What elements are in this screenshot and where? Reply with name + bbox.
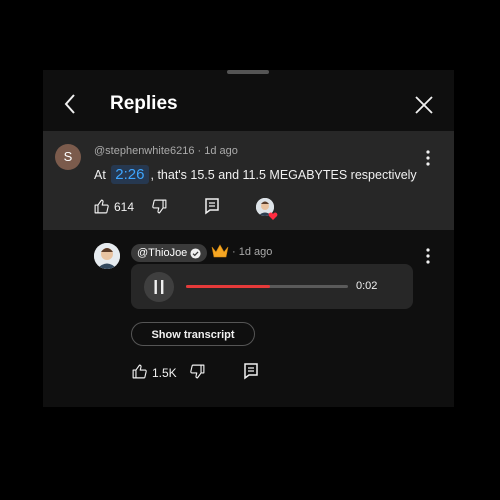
pause-button[interactable] <box>144 272 174 302</box>
thiojoe-avatar-icon <box>94 243 120 269</box>
more-vert-icon <box>426 150 430 166</box>
heart-icon <box>268 208 278 220</box>
dislike-icon <box>152 199 167 214</box>
reply-icon <box>205 198 219 215</box>
close-button[interactable] <box>413 94 435 116</box>
page-title: Replies <box>110 93 178 114</box>
reply-more-button[interactable] <box>420 247 436 265</box>
close-icon <box>415 96 433 114</box>
reply-icon <box>244 363 258 380</box>
reply-reply-button[interactable] <box>243 362 259 385</box>
reply-like-count: 1.5K <box>152 366 177 380</box>
comment-meta: @stephenwhite6216 · 1d ago <box>94 145 238 157</box>
dislike-icon <box>190 364 205 379</box>
reply-meta: · 1d ago <box>232 246 272 258</box>
back-button[interactable] <box>59 92 83 116</box>
dislike-button[interactable] <box>151 198 168 220</box>
audio-player: 0:02 <box>131 264 413 309</box>
like-count: 614 <box>114 200 135 214</box>
show-transcript-button[interactable]: Show transcript <box>131 322 255 346</box>
verified-icon <box>190 247 201 259</box>
back-arrow-icon <box>64 94 75 114</box>
avatar[interactable]: S <box>55 144 81 170</box>
parent-comment: S @stephenwhite6216 · 1d ago At 2:26, th… <box>43 131 454 230</box>
comment-text: At 2:26, that's 15.5 and 11.5 MEGABYTES … <box>94 165 417 184</box>
audio-progress-bar[interactable] <box>186 285 348 288</box>
reply-age: 1d ago <box>238 246 273 258</box>
replies-panel: Replies S @stephenwhite6216 · 1d ago At … <box>43 70 454 407</box>
comment-author[interactable]: @stephenwhite6216 <box>94 145 194 157</box>
meta-separator: · <box>232 246 239 258</box>
audio-time: 0:02 <box>356 280 378 292</box>
drag-handle[interactable] <box>227 70 269 74</box>
reply-avatar[interactable] <box>94 243 120 269</box>
reply-author: @ThioJoe <box>137 247 188 259</box>
comment-text-after: , that's 15.5 and 11.5 MEGABYTES respect… <box>150 168 417 182</box>
reply-dislike-button[interactable] <box>189 363 206 385</box>
more-vert-icon <box>426 248 430 264</box>
comment-age: 1d ago <box>204 145 238 157</box>
like-icon <box>94 199 109 214</box>
comment-text-before: At <box>94 168 106 182</box>
like-icon <box>132 364 147 379</box>
timestamp-link[interactable]: 2:26 <box>111 165 149 184</box>
like-button[interactable] <box>93 198 110 220</box>
reply-like-button[interactable] <box>131 363 148 385</box>
audio-progress-fill <box>186 285 271 288</box>
pause-icon <box>154 280 164 294</box>
comment-more-button[interactable] <box>420 149 436 167</box>
reply-author-chip[interactable]: @ThioJoe <box>131 244 208 262</box>
reply-button[interactable] <box>204 197 220 220</box>
crown-icon <box>211 243 229 259</box>
